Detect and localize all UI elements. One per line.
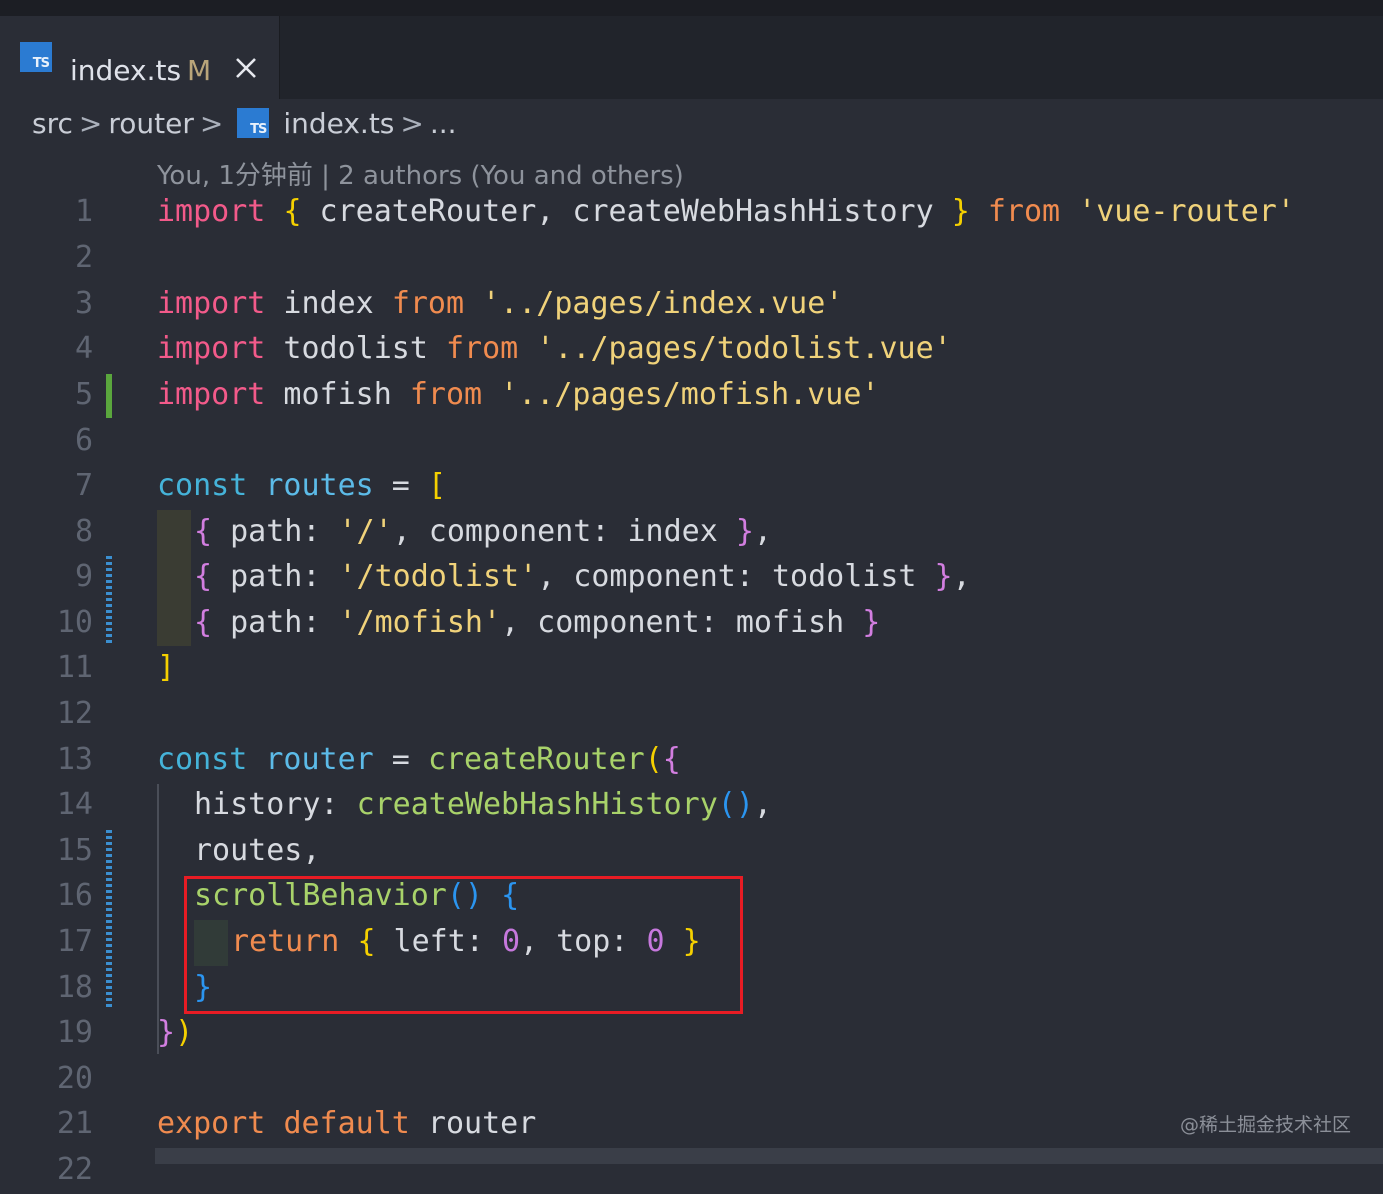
code-text: ]	[157, 650, 176, 685]
code-text: const router = createRouter({	[157, 742, 681, 777]
line-number: 2	[74, 240, 93, 275]
line-number: 19	[56, 1015, 93, 1050]
code-line: 19 })	[0, 1011, 1383, 1057]
line-number: 16	[56, 878, 93, 913]
code-text: { path: '/todolist', component: todolist…	[194, 559, 971, 594]
code-line: 21 export default router	[0, 1102, 1383, 1148]
line-number: 5	[74, 377, 93, 412]
code-line: 14 history: createWebHashHistory(),	[0, 783, 1383, 829]
line-number: 3	[74, 286, 93, 321]
line-number: 13	[56, 742, 93, 777]
line-number: 7	[74, 468, 93, 503]
tab-title: index.ts	[70, 54, 182, 87]
code-line: 10 { path: '/mofish', component: mofish …	[0, 601, 1383, 647]
breadcrumb-item-router[interactable]: router	[108, 107, 194, 140]
line-number: 18	[56, 970, 93, 1005]
code-line: 1 import { createRouter, createWebHashHi…	[0, 190, 1383, 236]
modified-badge: M	[187, 54, 212, 87]
code-text: { path: '/', component: index },	[194, 514, 772, 549]
code-line: 20	[0, 1057, 1383, 1103]
code-text: import mofish from '../pages/mofish.vue'	[157, 377, 880, 412]
typescript-file-icon: TS	[237, 108, 270, 138]
code-line: 2	[0, 236, 1383, 282]
tab-index-ts[interactable]: TS index.ts M	[0, 16, 279, 99]
code-line: 4 import todolist from '../pages/todolis…	[0, 327, 1383, 373]
typescript-file-icon: TS	[20, 42, 52, 72]
line-number: 22	[56, 1152, 93, 1187]
line-number: 12	[56, 696, 93, 731]
code-text: import { createRouter, createWebHashHist…	[157, 194, 1295, 229]
breadcrumb: src > router > TS index.ts >...	[32, 107, 457, 147]
title-strip	[0, 0, 1383, 16]
line-number: 9	[74, 559, 93, 594]
line-number: 14	[56, 787, 93, 822]
tab-divider	[279, 16, 280, 99]
line-number: 1	[74, 194, 93, 229]
code-text: history: createWebHashHistory(),	[194, 787, 772, 822]
code-line: 12	[0, 692, 1383, 738]
horizontal-scrollbar[interactable]	[155, 1148, 1383, 1164]
line-number: 17	[56, 924, 93, 959]
code-line: 8 { path: '/', component: index },	[0, 510, 1383, 556]
code-line: 15 routes,	[0, 829, 1383, 875]
breadcrumb-item-symbols[interactable]: ...	[430, 107, 457, 140]
line-number: 15	[56, 833, 93, 868]
code-text: routes,	[194, 833, 321, 868]
code-line: 5 import mofish from '../pages/mofish.vu…	[0, 373, 1383, 419]
watermark: @稀土掘金技术社区	[1179, 1114, 1351, 1136]
code-text: import todolist from '../pages/todolist.…	[157, 331, 952, 366]
code-text: export default router	[157, 1106, 537, 1141]
line-number: 6	[74, 423, 93, 458]
code-text: { path: '/mofish', component: mofish }	[194, 605, 881, 640]
highlight-annotation-box	[184, 876, 743, 1014]
chevron-right-icon: >	[400, 107, 424, 140]
line-number: 10	[56, 605, 93, 640]
breadcrumb-item-file[interactable]: index.ts	[283, 107, 394, 140]
code-text: import index from '../pages/index.vue'	[157, 286, 844, 321]
code-line: 11 ]	[0, 646, 1383, 692]
breadcrumb-item-src[interactable]: src	[32, 107, 73, 140]
code-line: 13 const router = createRouter({	[0, 738, 1383, 784]
code-line: 9 { path: '/todolist', component: todoli…	[0, 555, 1383, 601]
line-number: 21	[56, 1106, 93, 1141]
code-text: })	[157, 1015, 194, 1050]
line-number: 20	[56, 1061, 93, 1096]
line-number: 4	[74, 331, 93, 366]
code-text: const routes = [	[157, 468, 446, 503]
code-line: 6	[0, 419, 1383, 465]
code-line: 7 const routes = [	[0, 464, 1383, 510]
chevron-right-icon: >	[199, 107, 224, 140]
editor-tab-bar: TS index.ts M	[0, 0, 1383, 99]
chevron-right-icon: >	[78, 107, 103, 140]
line-number: 11	[56, 650, 93, 685]
code-line: 3 import index from '../pages/index.vue'	[0, 282, 1383, 328]
line-number: 8	[74, 514, 93, 549]
git-blame-codelens[interactable]: You, 1分钟前 | 2 authors (You and others)	[157, 155, 684, 192]
close-icon[interactable]	[232, 54, 260, 82]
